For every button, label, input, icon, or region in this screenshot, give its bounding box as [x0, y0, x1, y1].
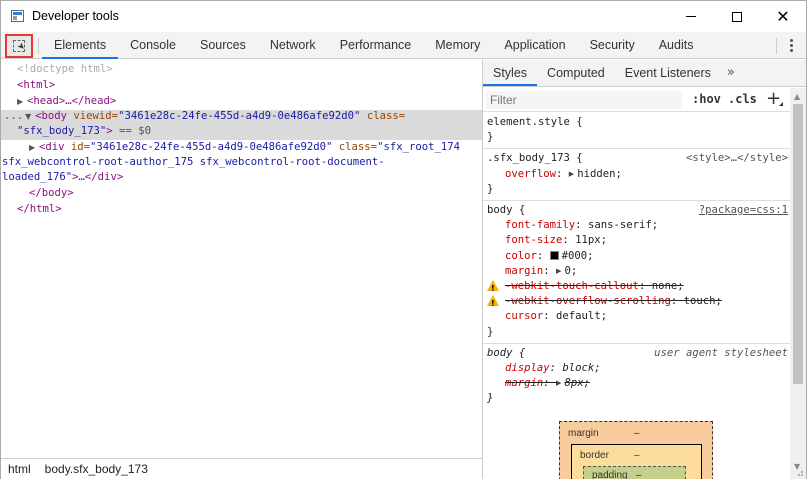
dom-tree: <!doctype html> <html> ▶ <head>…</head> .…	[1, 60, 482, 458]
decl-font-family[interactable]: font-family: sans-serif;	[487, 218, 790, 233]
decl-font-size[interactable]: font-size: 11px;	[487, 233, 790, 248]
tab-sources[interactable]: Sources	[188, 32, 258, 59]
rule-source-ua: user agent stylesheet	[654, 346, 788, 359]
close-button[interactable]: ✕	[760, 1, 806, 32]
inspect-cursor-icon	[13, 40, 25, 52]
dom-body-node[interactable]: ... ▼ <body viewid="3461e28c-24fe-455d-a4d…	[4, 109, 405, 124]
dom-div-node[interactable]: ▶ <div id="3461e28c-24fe-455d-a4d9-0e486a…	[29, 140, 460, 155]
minimize-icon	[686, 16, 696, 17]
expand-shorthand-icon[interactable]: ▶	[569, 167, 574, 182]
title-bar: Developer tools ✕	[1, 1, 806, 32]
rule-source-link[interactable]: ?package=css:1	[699, 203, 788, 218]
decl-overflow[interactable]: overflow: ▶ hidden;	[487, 167, 790, 182]
box-model-margin[interactable]: margin – border – padding –	[559, 421, 713, 479]
tab-memory[interactable]: Memory	[423, 32, 492, 59]
resize-grip-icon[interactable]	[794, 467, 804, 477]
tab-audits[interactable]: Audits	[647, 32, 706, 59]
more-tabs-icon[interactable]: »	[721, 60, 741, 86]
class-toggle-button[interactable]: .cls	[728, 92, 757, 106]
rule-close-brace: }	[487, 131, 494, 144]
minimize-button[interactable]	[668, 1, 714, 32]
color-swatch-icon[interactable]	[549, 250, 559, 260]
main-toolbar: Elements Console Sources Network Perform…	[1, 32, 806, 59]
tab-computed[interactable]: Computed	[537, 60, 615, 86]
rule-user-agent-body[interactable]: body { user agent stylesheet display: bl…	[483, 344, 790, 411]
rule-close-brace: }	[487, 325, 494, 338]
rule-element-style[interactable]: element.style { }	[483, 113, 790, 150]
toolbar-divider	[38, 38, 39, 54]
expand-triangle-icon[interactable]: ▶	[17, 94, 27, 109]
styles-scrollbar[interactable]: ▲ ▼	[790, 88, 806, 479]
breadcrumb-item-body[interactable]: body.sfx_body_173	[38, 459, 155, 479]
tab-styles[interactable]: Styles	[483, 60, 538, 86]
box-model-padding[interactable]: padding –	[583, 466, 686, 479]
expand-triangle-icon[interactable]: ▶	[29, 140, 39, 155]
rule-sfx-body[interactable]: .sfx_body_173 { <style>…</style> overflo…	[483, 149, 790, 202]
toolbar-divider	[776, 38, 777, 54]
dom-html-close[interactable]: </html>	[17, 202, 62, 217]
box-model-border[interactable]: border – padding –	[571, 444, 702, 479]
decl-color[interactable]: color: #000;	[487, 249, 790, 264]
decl-webkit-touch-callout[interactable]: -webkit-touch-callout: none;	[487, 279, 790, 296]
tab-application[interactable]: Application	[492, 32, 577, 59]
dom-head-node[interactable]: ▶ <head>…</head>	[17, 94, 116, 109]
styles-filter-input[interactable]	[486, 91, 682, 109]
close-icon: ✕	[776, 6, 790, 26]
maximize-button[interactable]	[714, 1, 760, 32]
collapse-triangle-icon[interactable]: ▼	[25, 109, 35, 124]
styles-pane: Styles Computed Event Listeners » :hov .…	[483, 60, 806, 479]
maximize-icon	[732, 11, 742, 22]
expand-shorthand-icon[interactable]: ▶	[556, 376, 561, 391]
dom-body-close[interactable]: </body>	[29, 186, 74, 201]
style-rules-list: element.style { } .sfx_body_173 { <style…	[483, 113, 790, 411]
styles-toolbar: :hov .cls +	[483, 88, 790, 112]
dom-html-open[interactable]: <html>	[17, 78, 55, 93]
rule-source[interactable]: <style>…</style>	[686, 151, 788, 166]
hover-state-button[interactable]: :hov	[692, 92, 721, 106]
warning-icon	[487, 295, 499, 311]
inspect-element-button[interactable]	[5, 34, 33, 58]
new-rule-menu-icon[interactable]	[779, 102, 783, 106]
decl-cursor[interactable]: cursor: default;	[487, 309, 790, 324]
breadcrumb: html body.sfx_body_173	[1, 458, 482, 479]
rule-selector[interactable]: element.style {	[487, 115, 790, 130]
tab-console[interactable]: Console	[118, 32, 188, 59]
devtools-window: Developer tools ✕ Elements Console Sourc…	[0, 0, 807, 479]
dom-div-node-cont[interactable]: loaded_176">…</div>	[2, 170, 123, 185]
node-actions-ellipsis[interactable]: ...	[4, 110, 23, 122]
dom-body-node-cont[interactable]: "sfx_body_173"> == $0	[17, 124, 151, 139]
tab-event-listeners[interactable]: Event Listeners	[615, 60, 721, 86]
scroll-up-icon[interactable]: ▲	[794, 92, 800, 101]
panel-tabs: Elements Console Sources Network Perform…	[42, 32, 705, 59]
decl-margin[interactable]: margin: ▶ 0;	[487, 264, 790, 279]
tab-network[interactable]: Network	[258, 32, 328, 59]
tab-performance[interactable]: Performance	[328, 32, 424, 59]
decl-margin-ua: margin: ▶ 8px;	[487, 376, 790, 391]
dom-div-node-cont[interactable]: sfx_webcontrol-root-author_175 sfx_webco…	[2, 155, 385, 170]
selected-node-marker: == $0	[112, 125, 151, 137]
more-options-icon[interactable]	[780, 32, 802, 59]
tab-elements[interactable]: Elements	[42, 32, 119, 59]
dom-doctype[interactable]: <!doctype html>	[17, 62, 113, 77]
warning-icon	[487, 280, 499, 296]
app-window-icon	[11, 10, 24, 22]
rule-close-brace: }	[487, 182, 494, 195]
box-model: margin – border – padding –	[483, 403, 790, 479]
decl-display: display: block;	[505, 362, 601, 375]
scrollbar-thumb[interactable]	[793, 104, 803, 384]
tab-security[interactable]: Security	[578, 32, 647, 59]
decl-webkit-overflow-scrolling[interactable]: -webkit-overflow-scrolling: touch;	[487, 294, 790, 311]
window-title: Developer tools	[32, 9, 119, 23]
sidebar-tabs: Styles Computed Event Listeners »	[483, 60, 806, 87]
expand-shorthand-icon[interactable]: ▶	[556, 264, 561, 279]
breadcrumb-item-html[interactable]: html	[1, 459, 38, 479]
rule-body[interactable]: body { ?package=css:1 font-family: sans-…	[483, 201, 790, 344]
